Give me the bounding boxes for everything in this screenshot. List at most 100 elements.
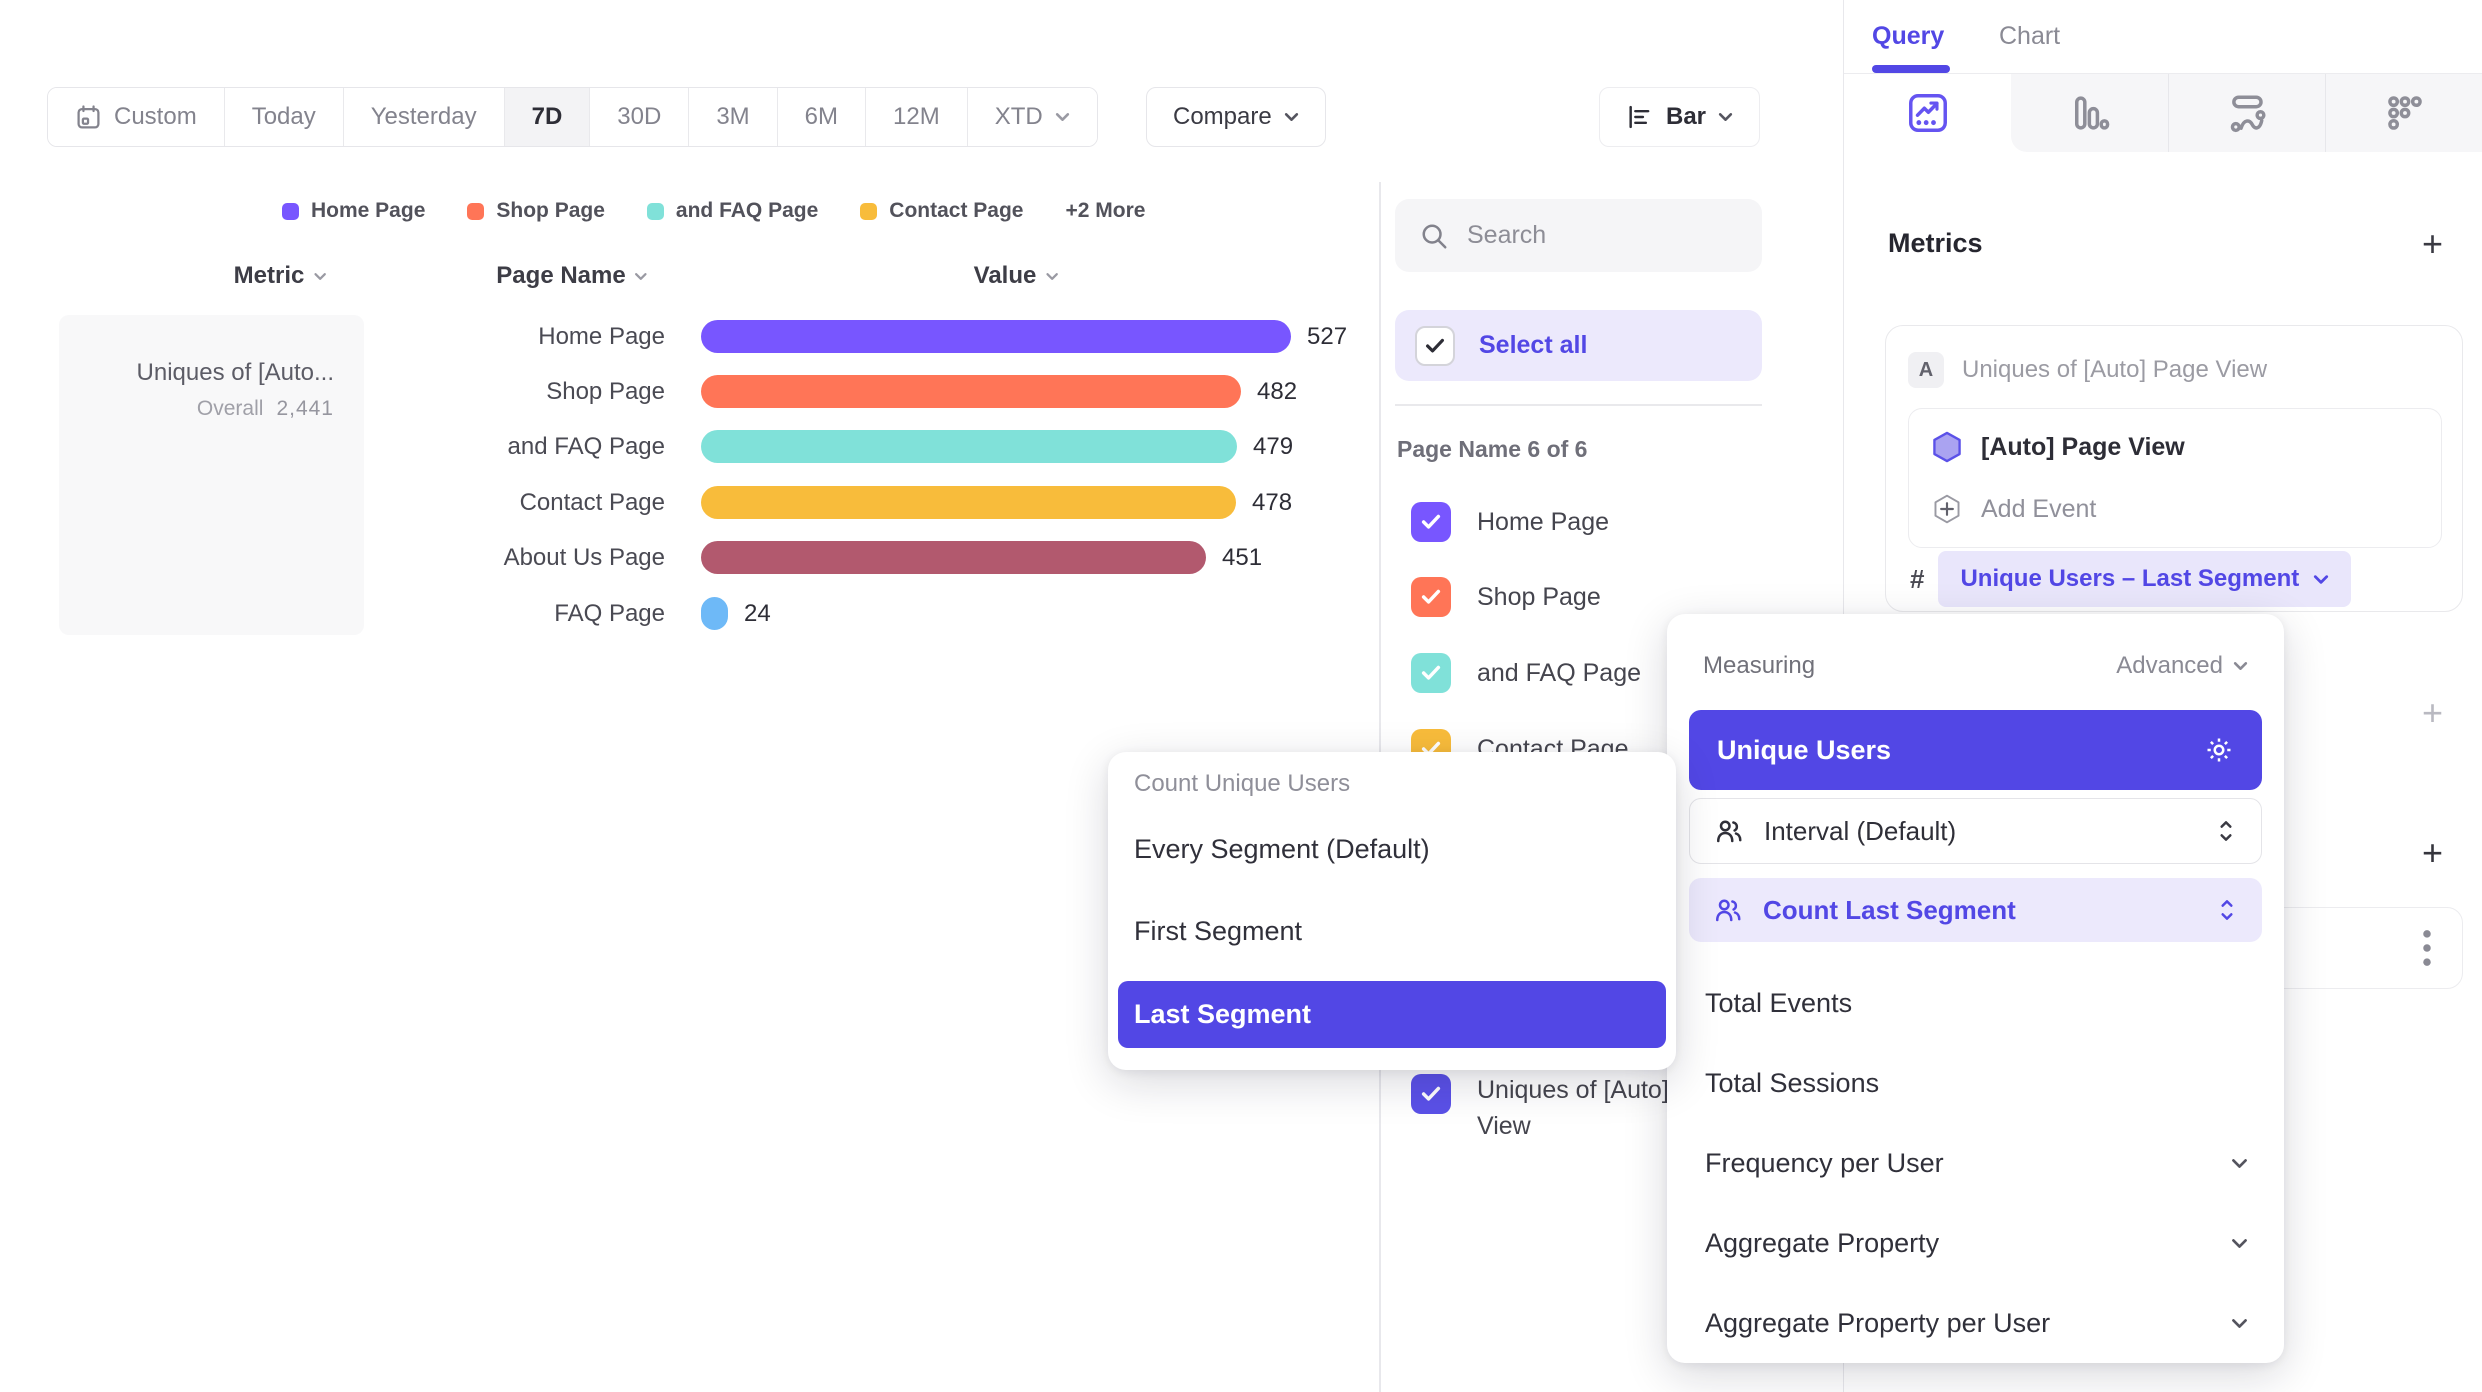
check-icon: [1421, 589, 1441, 605]
event-hexagon-icon: [1931, 431, 1963, 463]
select-all-checkbox[interactable]: [1415, 326, 1455, 366]
add-event-button[interactable]: Add Event: [1931, 493, 2096, 525]
date-range-3m[interactable]: 3M: [689, 88, 777, 146]
series-checkbox[interactable]: [1411, 577, 1451, 617]
legend-item[interactable]: Shop Page: [467, 199, 605, 223]
date-range-7d[interactable]: 7D: [505, 88, 591, 146]
tab-flows[interactable]: [2326, 74, 2482, 152]
value-bar[interactable]: [701, 375, 1241, 408]
list-item[interactable]: and FAQ Page: [1411, 653, 1641, 693]
table-row: Contact Page 478: [0, 486, 1292, 519]
value-bar[interactable]: [701, 597, 728, 630]
metric-cell[interactable]: Uniques of [Auto... Overall 2,441: [59, 315, 364, 635]
chevron-down-icon: [1284, 112, 1299, 122]
tab-funnels[interactable]: [2011, 74, 2169, 152]
list-item[interactable]: Shop Page: [1411, 577, 1601, 617]
measure-option-total-sessions[interactable]: Total Sessions: [1705, 1068, 2248, 1099]
check-icon: [1421, 1086, 1441, 1102]
legend-item[interactable]: and FAQ Page: [647, 199, 818, 223]
measure-option-frequency-per-user[interactable]: Frequency per User: [1705, 1148, 2248, 1179]
tab-insights[interactable]: [1844, 74, 2011, 152]
add-metric-button[interactable]: +: [2422, 226, 2443, 262]
gear-icon[interactable]: [2204, 735, 2234, 765]
tab-retention[interactable]: [2169, 74, 2327, 152]
segment-option-every[interactable]: Every Segment (Default): [1134, 834, 1430, 865]
legend-item[interactable]: Home Page: [282, 199, 425, 223]
row-value: 527: [1307, 323, 1347, 351]
row-page-name: and FAQ Page: [0, 433, 665, 461]
date-range-yesterday[interactable]: Yesterday: [344, 88, 505, 146]
segment-option-last-selected[interactable]: Last Segment: [1118, 981, 1666, 1048]
add-breakdown-button[interactable]: +: [2422, 835, 2443, 871]
measure-option-unique-users[interactable]: Unique Users: [1689, 710, 2262, 790]
hash-icon: #: [1910, 564, 1924, 595]
chevron-down-icon: [635, 272, 648, 281]
date-range-today[interactable]: Today: [225, 88, 344, 146]
legend-swatch: [467, 203, 484, 220]
event-row[interactable]: [Auto] Page View: [1931, 431, 2185, 463]
chevron-down-icon: [313, 272, 326, 281]
search-placeholder: Search: [1467, 221, 1546, 250]
flows-icon: [2384, 92, 2426, 134]
legend-item[interactable]: Contact Page: [860, 199, 1023, 223]
list-item[interactable]: Home Page: [1411, 502, 1609, 542]
value-bar[interactable]: [701, 430, 1237, 463]
series-checkbox[interactable]: [1411, 653, 1451, 693]
value-bar[interactable]: [701, 320, 1291, 353]
legend-swatch: [282, 203, 299, 220]
query-panel-tabs: Query Chart: [1844, 0, 2482, 74]
column-header-page-name[interactable]: Page Name: [496, 262, 647, 290]
tab-query[interactable]: Query: [1872, 22, 1944, 51]
chevron-down-icon: [1045, 272, 1058, 281]
date-range-12m[interactable]: 12M: [866, 88, 968, 146]
advanced-toggle[interactable]: Advanced: [2116, 652, 2248, 680]
measure-option-total-events[interactable]: Total Events: [1705, 988, 2248, 1019]
date-range-xtd[interactable]: XTD: [968, 88, 1097, 146]
measure-option-aggregate-property[interactable]: Aggregate Property: [1705, 1228, 2248, 1259]
chevron-down-icon: [2231, 1238, 2248, 1249]
row-value: 478: [1252, 489, 1292, 517]
measure-option-aggregate-property-per-user[interactable]: Aggregate Property per User: [1705, 1308, 2248, 1339]
segment-popup-title: Count Unique Users: [1134, 770, 1350, 798]
row-page-name: About Us Page: [0, 544, 665, 572]
column-header-metric[interactable]: Metric: [234, 262, 327, 290]
row-value: 482: [1257, 378, 1297, 406]
chevron-down-icon: [2233, 661, 2248, 671]
series-checkbox[interactable]: [1411, 502, 1451, 542]
kebab-menu-icon[interactable]: [2422, 928, 2432, 968]
value-bar[interactable]: [701, 541, 1206, 574]
row-value: 479: [1253, 433, 1293, 461]
stepper-icon[interactable]: [2215, 818, 2237, 844]
measuring-label: Measuring: [1703, 652, 1815, 680]
stepper-icon[interactable]: [2216, 897, 2238, 923]
metric-badge: A: [1908, 352, 1944, 388]
date-range-6m[interactable]: 6M: [778, 88, 866, 146]
metrics-heading: Metrics: [1888, 228, 1983, 259]
series-checkbox[interactable]: [1411, 1074, 1451, 1114]
report-type-tabs: [2011, 74, 2482, 152]
select-all-row[interactable]: Select all: [1395, 310, 1762, 381]
table-row: and FAQ Page 479: [0, 430, 1293, 463]
aggregation-selector[interactable]: Unique Users – Last Segment: [1938, 551, 2351, 607]
compare-button[interactable]: Compare: [1146, 87, 1326, 147]
count-last-segment-stepper[interactable]: Count Last Segment: [1689, 878, 2262, 942]
tab-chart[interactable]: Chart: [1999, 22, 2060, 51]
legend-swatch: [647, 203, 664, 220]
chart-legend: Home Page Shop Page and FAQ Page Contact…: [282, 199, 1145, 223]
funnels-icon: [2068, 92, 2110, 134]
segment-popup: Count Unique Users Every Segment (Defaul…: [1108, 752, 1676, 1070]
value-bar[interactable]: [701, 486, 1236, 519]
segment-option-first[interactable]: First Segment: [1134, 916, 1302, 947]
users-icon: [1713, 895, 1743, 925]
legend-more[interactable]: +2 More: [1065, 199, 1145, 223]
add-filter-button[interactable]: +: [2422, 695, 2443, 731]
row-page-name: Shop Page: [0, 378, 665, 406]
column-header-value[interactable]: Value: [974, 262, 1059, 290]
divider: [1395, 404, 1762, 406]
legend-swatch: [860, 203, 877, 220]
date-range-30d[interactable]: 30D: [590, 88, 689, 146]
interval-stepper[interactable]: Interval (Default): [1689, 798, 2262, 864]
date-range-custom[interactable]: Custom: [48, 88, 225, 146]
search-input[interactable]: Search: [1395, 199, 1762, 272]
check-icon: [1425, 338, 1445, 354]
